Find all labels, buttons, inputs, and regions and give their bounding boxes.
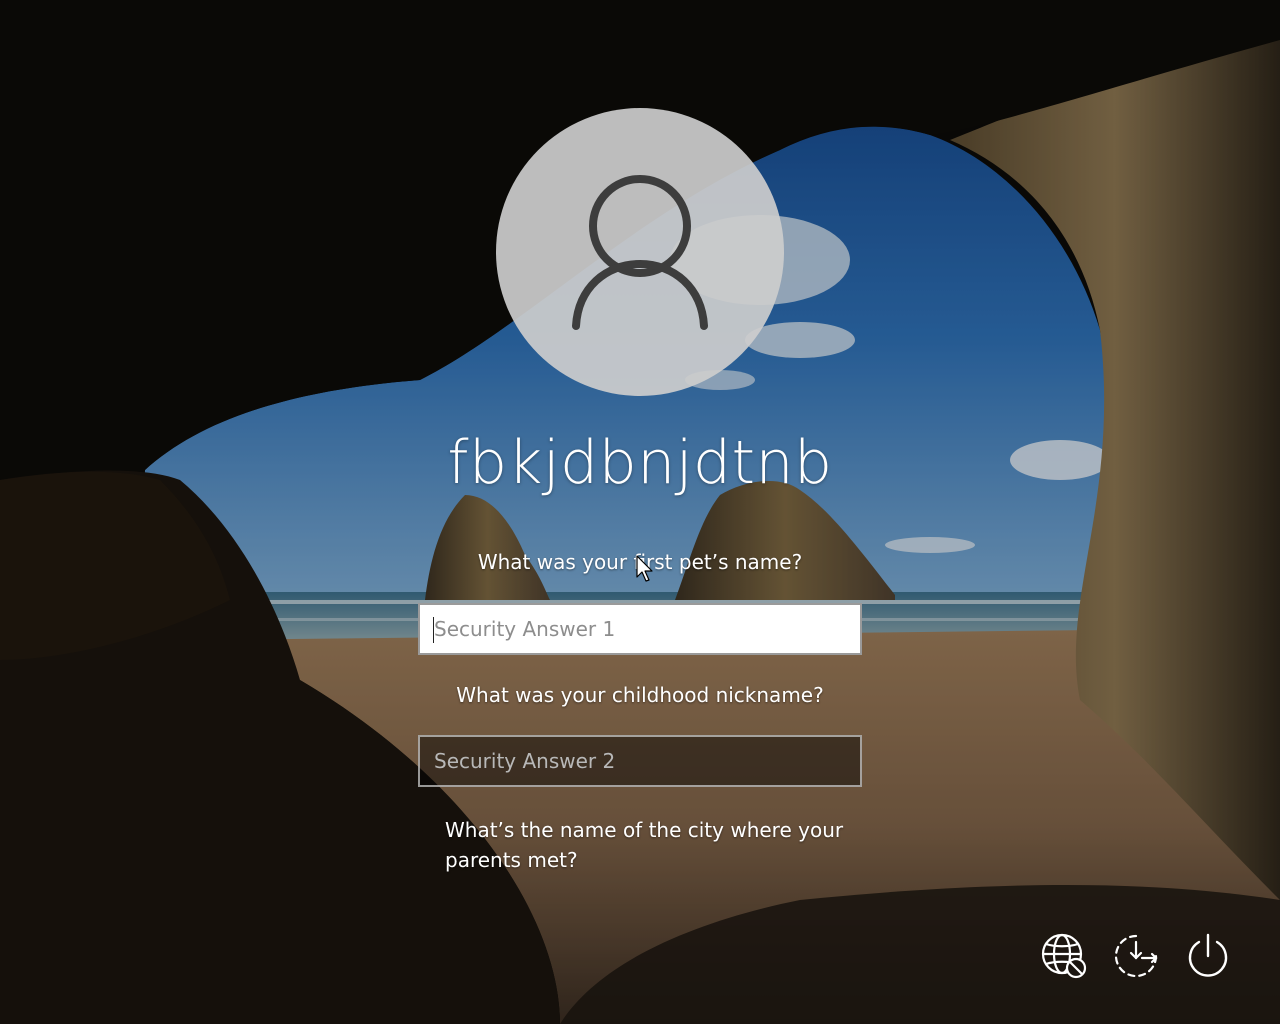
mouse-pointer-icon (636, 555, 653, 582)
user-silhouette-icon (572, 175, 708, 330)
security-question-2: What was your childhood nickname? (456, 683, 824, 707)
username: fbkjdbnjdtnb (447, 428, 833, 498)
ease-of-access-icon (1114, 934, 1158, 978)
network-button[interactable] (1040, 932, 1088, 980)
text-caret (433, 617, 434, 643)
security-answer-1-input[interactable] (418, 603, 862, 655)
power-icon (1188, 933, 1228, 977)
security-answer-2-input[interactable] (418, 735, 862, 787)
power-button[interactable] (1184, 932, 1232, 980)
network-disconnected-icon (1041, 933, 1087, 979)
security-question-3: What’s the name of the city where your p… (445, 818, 844, 872)
ease-of-access-button[interactable] (1112, 932, 1160, 980)
user-avatar (496, 108, 784, 396)
